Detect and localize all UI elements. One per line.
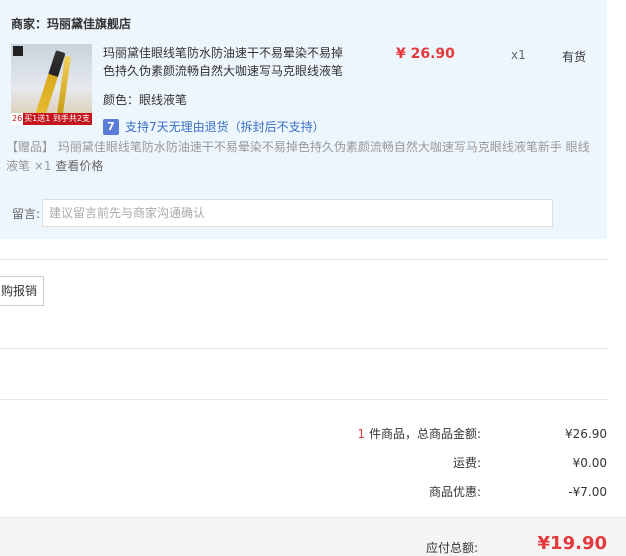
section-divider (0, 399, 607, 400)
payable-total-amount: ¥19.90 (537, 533, 607, 554)
goods-total-row: 1 件商品，总商品金额: ¥26.90 (281, 425, 608, 442)
color-label: 颜色： (103, 93, 140, 107)
shipping-row: 运费: ¥0.00 (281, 454, 607, 471)
product-title[interactable]: 玛丽黛佳眼线笔防水防油速干不易晕染不易掉色持久伪素颜流畅自然大咖速写马克眼线液笔 (103, 44, 353, 80)
view-price-link[interactable]: 查看价格 (55, 159, 103, 173)
discount-amount: -¥7.00 (568, 484, 607, 499)
section-divider (0, 348, 607, 349)
memo-input[interactable] (42, 199, 553, 227)
discount-row: 商品优惠: -¥7.00 (281, 483, 607, 500)
brand-logo-icon (13, 46, 23, 56)
item-count: 1 (357, 427, 366, 441)
thumbnail-promo-text: 买1送1 到手共2支 (24, 114, 90, 123)
thumbnail-promo-price: 26 (11, 113, 24, 125)
memo-label: 留言: (12, 207, 41, 221)
return-policy[interactable]: 7 支持7天无理由退货（拆封后不支持） (103, 118, 325, 135)
payable-total-bar: 应付总额: ¥19.90 (0, 517, 626, 556)
item-count-label: 件商品，总商品金额: (365, 427, 481, 441)
section-divider (0, 259, 607, 260)
shipping-label: 运费: (452, 456, 481, 470)
goods-total-amount: ¥26.90 (565, 426, 607, 441)
gift-line: 【赠品】 玛丽黛佳眼线笔防水防油速干不易晕染不易掉色持久伪素颜流畅自然大咖速写马… (6, 138, 596, 176)
order-item-panel: 商家：玛丽黛佳旗舰店 26 买1送1 到手共2支 玛丽黛佳眼线笔防水防油速干不易晕… (0, 0, 607, 239)
product-price: ¥ 26.90 (396, 46, 455, 62)
discount-label: 商品优惠: (428, 485, 481, 499)
return-policy-text: 支持7天无理由退货（拆封后不支持） (125, 120, 325, 134)
shop-name-line: 商家：玛丽黛佳旗舰店 (11, 15, 131, 32)
shop-name[interactable]: 玛丽黛佳旗舰店 (47, 17, 131, 31)
product-color: 颜色：眼线液笔 (103, 91, 187, 108)
reimburse-button[interactable]: 购报销 (0, 276, 44, 306)
product-thumbnail[interactable]: 26 买1送1 到手共2支 (11, 44, 92, 125)
product-quantity: x1 (511, 48, 526, 62)
color-value: 眼线液笔 (139, 93, 188, 107)
thumbnail-promo-strip: 26 买1送1 到手共2支 (11, 113, 92, 125)
goods-total-label: 1 件商品，总商品金额: (281, 425, 482, 442)
shop-label: 商家： (11, 17, 48, 31)
payable-total-label: 应付总额: (426, 541, 479, 555)
shipping-amount: ¥0.00 (572, 455, 607, 470)
seven-day-return-icon: 7 (103, 118, 119, 135)
stock-status: 有货 (562, 50, 587, 64)
